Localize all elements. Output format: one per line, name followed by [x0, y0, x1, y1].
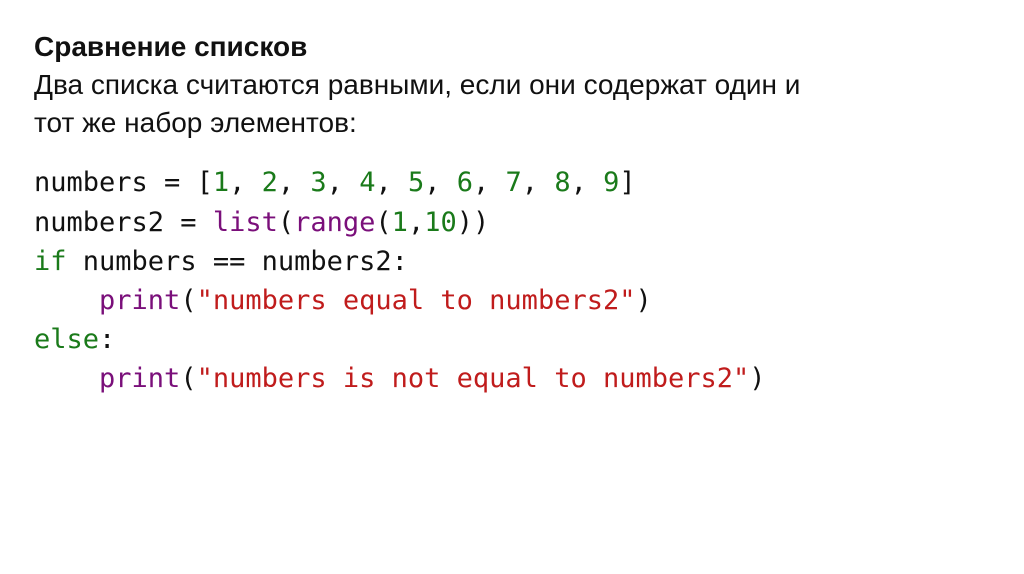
tok-indent — [34, 285, 99, 316]
tok-builtin: range — [294, 207, 375, 238]
heading-desc-line1: Два списка считаются равными, если они с… — [34, 69, 800, 100]
tok-paren: ( — [180, 363, 196, 394]
tok-string: "numbers equal to numbers2" — [197, 285, 636, 316]
tok-identifier: numbers — [34, 167, 148, 198]
code-line-3: if numbers == numbers2: — [34, 246, 408, 277]
tok-keyword: if — [34, 246, 67, 277]
tok-num: 2 — [262, 167, 278, 198]
tok-comma: , — [229, 167, 262, 198]
code-line-4: print("numbers equal to numbers2") — [34, 285, 652, 316]
tok-builtin: print — [99, 363, 180, 394]
tok-paren: ) — [635, 285, 651, 316]
slide: Сравнение списков Два списка считаются р… — [0, 0, 1024, 426]
tok-comma: , — [327, 167, 360, 198]
heading-title: Сравнение списков — [34, 31, 307, 62]
tok-op: == — [197, 246, 262, 277]
tok-num: 7 — [506, 167, 522, 198]
tok-comma: , — [278, 167, 311, 198]
tok-num: 4 — [359, 167, 375, 198]
tok-paren: ) — [457, 207, 473, 238]
tok-paren: ) — [749, 363, 765, 394]
tok-bracket: [ — [197, 167, 213, 198]
tok-num: 10 — [424, 207, 457, 238]
tok-colon: : — [392, 246, 408, 277]
code-line-1: numbers = [1, 2, 3, 4, 5, 6, 7, 8, 9] — [34, 167, 636, 198]
code-block: numbers = [1, 2, 3, 4, 5, 6, 7, 8, 9] nu… — [34, 163, 990, 398]
tok-comma: , — [408, 207, 424, 238]
code-line-6: print("numbers is not equal to numbers2"… — [34, 363, 766, 394]
tok-identifier: numbers2 — [34, 207, 164, 238]
tok-builtin: list — [213, 207, 278, 238]
tok-comma: , — [571, 167, 604, 198]
tok-bracket: ] — [619, 167, 635, 198]
tok-num: 5 — [408, 167, 424, 198]
tok-num: 1 — [213, 167, 229, 198]
tok-comma: , — [473, 167, 506, 198]
tok-string: "numbers is not equal to numbers2" — [197, 363, 750, 394]
tok-op: = — [164, 207, 213, 238]
tok-num: 3 — [310, 167, 326, 198]
code-line-5: else: — [34, 324, 115, 355]
tok-colon: : — [99, 324, 115, 355]
tok-builtin: print — [99, 285, 180, 316]
tok-comma: , — [522, 167, 555, 198]
tok-num: 9 — [603, 167, 619, 198]
tok-keyword: else — [34, 324, 99, 355]
tok-comma: , — [375, 167, 408, 198]
tok-op: = — [148, 167, 197, 198]
heading-block: Сравнение списков Два списка считаются р… — [34, 28, 990, 141]
tok-num: 6 — [457, 167, 473, 198]
tok-paren: ( — [375, 207, 391, 238]
tok-paren: ( — [180, 285, 196, 316]
tok-paren: ( — [278, 207, 294, 238]
tok-comma: , — [424, 167, 457, 198]
tok-num: 8 — [554, 167, 570, 198]
tok-indent — [34, 363, 99, 394]
tok-identifier: numbers — [83, 246, 197, 277]
tok-num: 1 — [392, 207, 408, 238]
tok-paren: ) — [473, 207, 489, 238]
tok-space — [67, 246, 83, 277]
tok-identifier: numbers2 — [262, 246, 392, 277]
code-line-2: numbers2 = list(range(1,10)) — [34, 207, 489, 238]
heading-desc-line2: тот же набор элементов: — [34, 107, 357, 138]
